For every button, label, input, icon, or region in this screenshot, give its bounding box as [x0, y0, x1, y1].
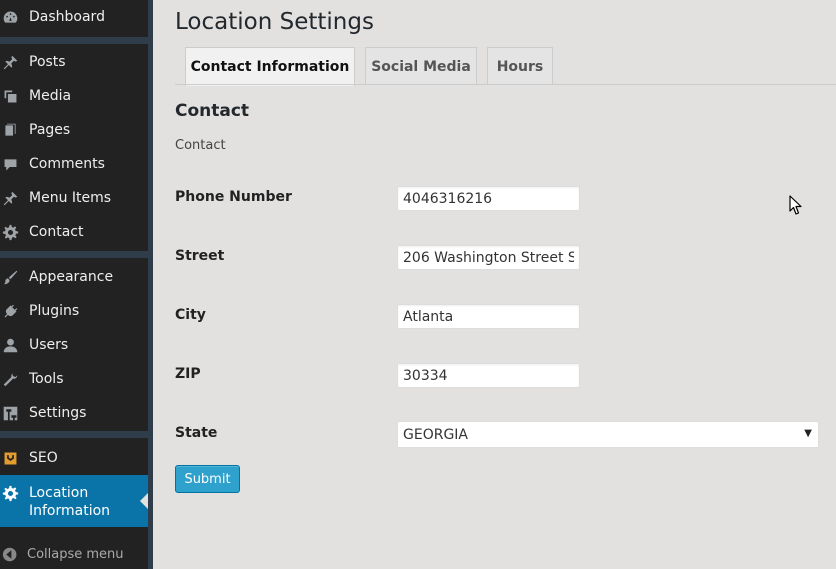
dashboard-icon	[0, 9, 29, 26]
collapse-menu-label: Collapse menu	[27, 546, 124, 562]
pin-icon	[0, 190, 29, 207]
sidebar-item-label: Contact	[29, 224, 84, 240]
sidebar-item-label: Plugins	[29, 303, 80, 319]
phone-number-input[interactable]	[397, 186, 580, 211]
state-label: State	[175, 425, 218, 441]
sidebar-separator	[0, 37, 148, 44]
sidebar-item-label: Comments	[29, 156, 105, 172]
media-icon	[0, 88, 29, 105]
mouse-cursor-icon	[789, 195, 802, 215]
sidebar-item-plugins[interactable]: Plugins	[0, 294, 148, 328]
tab-divider	[175, 84, 836, 85]
street-input[interactable]	[397, 245, 580, 270]
zip-input[interactable]	[397, 363, 580, 388]
submit-button[interactable]: Submit	[175, 465, 240, 493]
sidebar-item-label: Dashboard	[29, 9, 105, 25]
sidebar-item-posts[interactable]: Posts	[0, 45, 148, 79]
sidebar-item-media[interactable]: Media	[0, 79, 148, 113]
sidebar-item-contact[interactable]: Contact	[0, 215, 148, 249]
active-indicator-arrow	[140, 493, 148, 509]
sidebar-item-dashboard[interactable]: Dashboard	[0, 0, 148, 34]
sidebar-item-location-information[interactable]: Location Information	[0, 475, 148, 527]
state-select[interactable]: GEORGIA ▼	[397, 421, 819, 448]
seo-icon	[0, 450, 29, 467]
sidebar-item-label: Pages	[29, 122, 71, 138]
sidebar-item-label: Location Information	[29, 485, 111, 519]
sidebar-item-label: Users	[29, 337, 69, 353]
sidebar-separator	[0, 251, 148, 258]
collapse-menu-button[interactable]: Collapse menu	[0, 541, 148, 567]
phone-number-label: Phone Number	[175, 189, 292, 205]
gear-icon	[0, 224, 29, 241]
page-title: Location Settings	[175, 9, 374, 35]
pages-icon	[0, 122, 29, 139]
pin-icon	[0, 54, 29, 71]
street-label: Street	[175, 248, 225, 264]
city-input[interactable]	[397, 304, 580, 329]
sidebar-item-appearance[interactable]: Appearance	[0, 260, 148, 294]
section-description: Contact	[175, 138, 226, 153]
brush-icon	[0, 269, 29, 286]
city-label: City	[175, 307, 206, 323]
gear-icon	[0, 484, 29, 502]
section-title: Contact	[175, 101, 250, 121]
tab-contact-information[interactable]: Contact Information	[185, 47, 355, 86]
plugin-icon	[0, 303, 29, 320]
sidebar-item-label: Media	[29, 88, 72, 104]
sidebar-edge	[148, 0, 153, 569]
tab-social-media[interactable]: Social Media	[365, 47, 477, 85]
sidebar-item-users[interactable]: Users	[0, 328, 148, 362]
sidebar-item-menu-items[interactable]: Menu Items	[0, 181, 148, 215]
sidebar-item-label: Tools	[29, 371, 64, 387]
sidebar-item-settings[interactable]: Settings	[0, 396, 148, 430]
wrench-icon	[0, 371, 29, 388]
comment-icon	[0, 156, 29, 173]
state-select-value: GEORGIA	[403, 426, 468, 443]
sidebar-item-label: Posts	[29, 54, 66, 70]
sidebar-item-pages[interactable]: Pages	[0, 113, 148, 147]
sidebar-item-seo[interactable]: SEO	[0, 441, 148, 475]
sidebar-item-comments[interactable]: Comments	[0, 147, 148, 181]
sidebar-separator	[0, 431, 148, 438]
collapse-icon	[0, 546, 27, 563]
chevron-down-icon: ▼	[804, 428, 812, 439]
sidebar-item-label: Appearance	[29, 269, 114, 285]
admin-sidebar: Dashboard Posts Media Pages Comments Men…	[0, 0, 153, 569]
sidebar-item-tools[interactable]: Tools	[0, 362, 148, 396]
sidebar-item-label: SEO	[29, 450, 58, 466]
tab-hours[interactable]: Hours	[487, 47, 553, 85]
sidebar-item-label: Menu Items	[29, 190, 112, 206]
settings-icon	[0, 405, 29, 422]
zip-label: ZIP	[175, 366, 201, 382]
sidebar-item-label: Settings	[29, 405, 87, 421]
user-icon	[0, 337, 29, 354]
